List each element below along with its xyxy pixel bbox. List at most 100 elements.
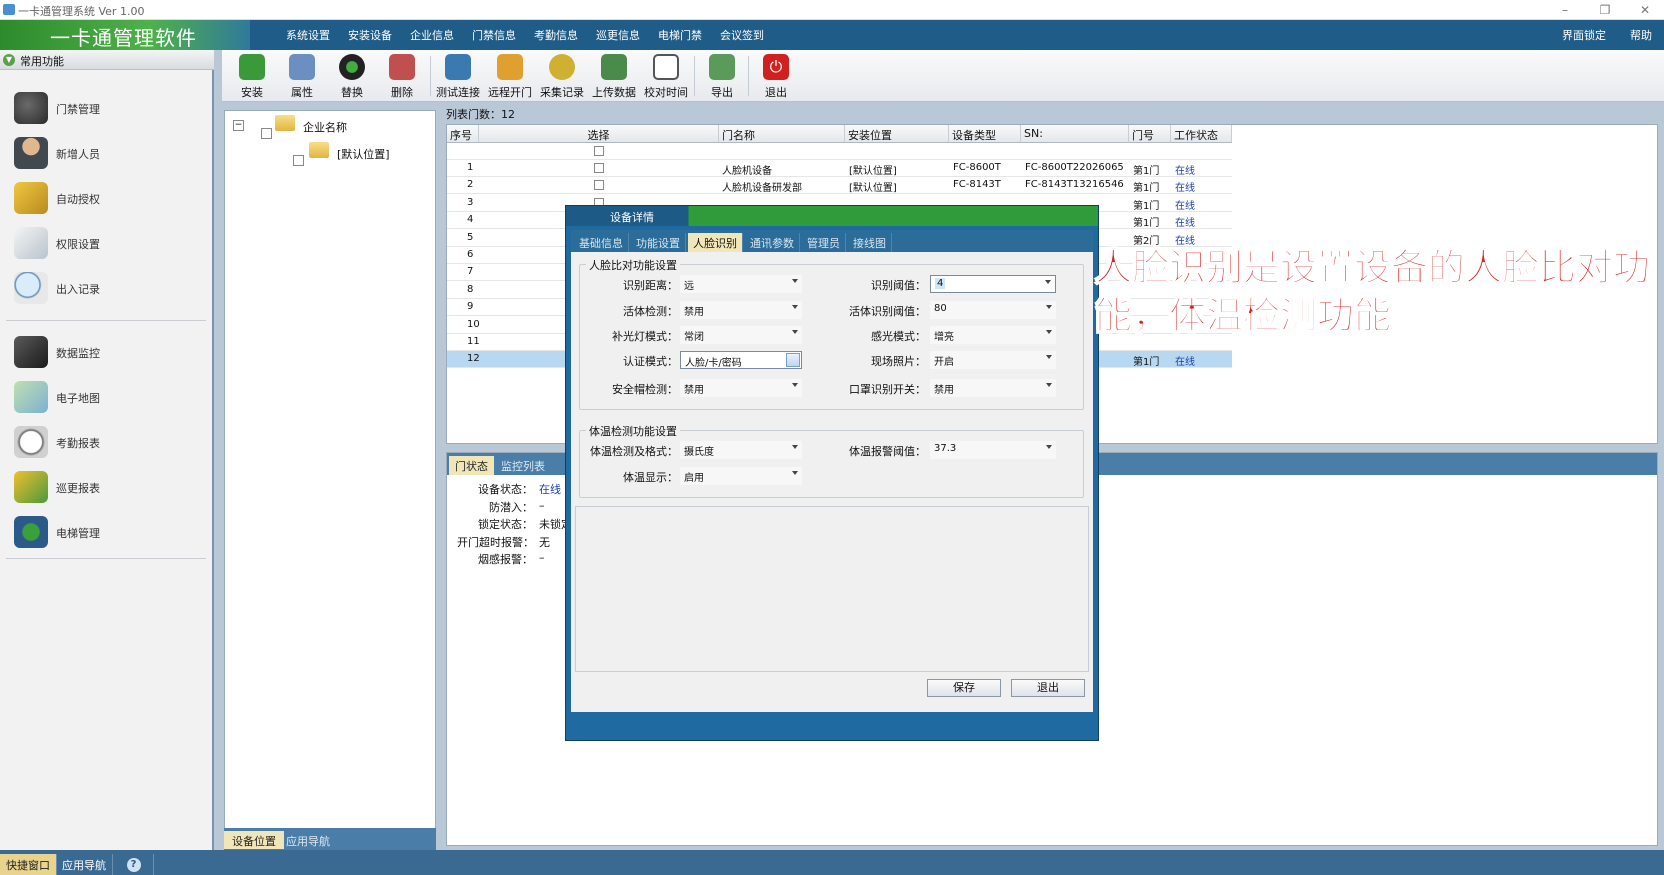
test-connection-button[interactable]: 测试连接 bbox=[434, 52, 482, 100]
brand-title: 一卡通管理软件 bbox=[50, 26, 197, 50]
tab-comm-params[interactable]: 通讯参数 bbox=[745, 233, 800, 252]
light-sensing-mode-select[interactable]: 增亮 bbox=[930, 326, 1056, 344]
temperature-format-select[interactable]: 摄氏度 bbox=[680, 441, 802, 459]
temperature-alarm-threshold-select[interactable]: 37.3 bbox=[930, 441, 1056, 459]
tab-quick-window[interactable]: 快捷窗口 bbox=[0, 854, 57, 875]
menu-patrol-info[interactable]: 巡更信息 bbox=[596, 27, 640, 43]
tab-door-status[interactable]: 门状态 bbox=[449, 456, 494, 475]
menu-system-settings[interactable]: 系统设置 bbox=[286, 27, 330, 43]
nav-auto-authorize[interactable]: 自动授权 bbox=[10, 178, 206, 218]
nav-permission-settings[interactable]: 权限设置 bbox=[10, 223, 206, 263]
mask-recognition-select[interactable]: 禁用 bbox=[930, 379, 1056, 397]
tab-app-navigation-bottom[interactable]: 应用导航 bbox=[56, 854, 113, 875]
help-icon[interactable]: ? bbox=[114, 854, 154, 875]
row-checkbox[interactable] bbox=[594, 163, 604, 173]
menu-company-info[interactable]: 企业信息 bbox=[410, 27, 454, 43]
face-compare-group: 人脸比对功能设置 识别距离： 远 识别阈值： 4 活体检测： 禁用 活体识别阈值… bbox=[579, 257, 1084, 410]
nav-door-management[interactable]: 门禁管理 bbox=[10, 88, 206, 128]
clock-icon bbox=[14, 426, 48, 458]
live-photo-select[interactable]: 开启 bbox=[930, 351, 1056, 369]
tree-child-label[interactable]: [默认位置] bbox=[337, 146, 390, 162]
cell-device-type: FC-8143T bbox=[953, 179, 1001, 191]
menu-attendance-info[interactable]: 考勤信息 bbox=[534, 27, 578, 43]
tab-basic-info[interactable]: 基础信息 bbox=[574, 233, 629, 252]
exit-button[interactable]: ⏻ 退出 bbox=[752, 52, 800, 100]
left-panel-header[interactable]: ▼ 常用功能 bbox=[0, 50, 214, 70]
toolbar-separator bbox=[694, 56, 695, 96]
nav-add-person[interactable]: 新增人员 bbox=[10, 133, 206, 173]
upload-data-button[interactable]: 上传数据 bbox=[590, 52, 638, 100]
nav-attendance-report[interactable]: 考勤报表 bbox=[10, 422, 206, 462]
liveness-threshold-select[interactable]: 80 bbox=[930, 301, 1056, 319]
collect-records-button[interactable]: 采集记录 bbox=[538, 52, 586, 100]
column-header[interactable]: 门名称 bbox=[719, 125, 845, 143]
restore-icon[interactable]: ❐ bbox=[1592, 1, 1618, 19]
column-header[interactable]: SN: bbox=[1021, 125, 1129, 143]
chevron-down-icon[interactable]: ▼ bbox=[3, 54, 15, 66]
nav-access-records[interactable]: 出入记录 bbox=[10, 268, 206, 308]
chevron-down-icon bbox=[1046, 330, 1052, 334]
menu-lock-ui[interactable]: 界面锁定 bbox=[1562, 27, 1606, 43]
tree-collapse-toggle[interactable]: − bbox=[233, 120, 244, 131]
dropdown-button[interactable] bbox=[786, 353, 800, 367]
nav-data-monitor[interactable]: 数据监控 bbox=[10, 332, 206, 372]
nav-elevator-management[interactable]: 电梯管理 bbox=[10, 512, 206, 552]
table-row[interactable]: 1 人脸机设备 [默认位置] FC-8600T FC-8600T22026065 第1门 在… bbox=[447, 160, 1232, 177]
temperature-display-select[interactable]: 启用 bbox=[680, 467, 802, 485]
tree-root-label[interactable]: 企业名称 bbox=[303, 119, 347, 135]
recognition-distance-select[interactable]: 远 bbox=[680, 275, 802, 293]
left-panel: ▼ 常用功能 门禁管理 新增人员 自动授权 权限设置 出入记录 数据监控 电子地… bbox=[0, 50, 214, 850]
nav-electronic-map[interactable]: 电子地图 bbox=[10, 377, 206, 417]
menu-install-device[interactable]: 安装设备 bbox=[348, 27, 392, 43]
tab-device-location[interactable]: 设备位置 bbox=[224, 831, 284, 849]
window-title: 一卡通管理系统 Ver 1.00 bbox=[18, 5, 145, 18]
device-detail-dialog: 设备详情 基础信息 功能设置 人脸识别 通讯参数 管理员 接线图 人脸比对功能设… bbox=[565, 205, 1099, 741]
table-row[interactable]: 2 人脸机设备研发部 [默认位置] FC-8143T FC-8143T13216546 第… bbox=[447, 177, 1232, 195]
column-header[interactable]: 序号 bbox=[447, 125, 479, 143]
column-header[interactable]: 工作状态 bbox=[1171, 125, 1232, 143]
helmet-detection-select[interactable]: 禁用 bbox=[680, 379, 802, 397]
column-header[interactable]: 设备类型 bbox=[949, 125, 1021, 143]
column-header[interactable]: 门号 bbox=[1129, 125, 1171, 143]
nav-patrol-report[interactable]: 巡更报表 bbox=[10, 467, 206, 507]
tree-checkbox-root[interactable] bbox=[261, 128, 272, 139]
replace-button[interactable]: 替换 bbox=[328, 52, 376, 100]
export-button[interactable]: 导出 bbox=[698, 52, 746, 100]
column-header[interactable]: 选择 bbox=[479, 125, 719, 143]
delete-button[interactable]: 删除 bbox=[378, 52, 426, 100]
tab-monitor-list[interactable]: 监控列表 bbox=[495, 456, 551, 475]
remote-open-button[interactable]: 远程开门 bbox=[486, 52, 534, 100]
minimize-icon[interactable]: – bbox=[1552, 1, 1578, 19]
column-header[interactable]: 安装位置 bbox=[845, 125, 949, 143]
menu-elevator-access[interactable]: 电梯门禁 bbox=[658, 27, 702, 43]
field-label: 活体检测： bbox=[623, 305, 678, 318]
tab-app-navigation[interactable]: 应用导航 bbox=[278, 831, 338, 849]
properties-button[interactable]: 属性 bbox=[278, 52, 326, 100]
tab-face-recognition[interactable]: 人脸识别 bbox=[688, 233, 743, 252]
menu-meeting-signin[interactable]: 会议签到 bbox=[720, 27, 764, 43]
tree-checkbox-child[interactable] bbox=[293, 155, 304, 166]
dialog-exit-button[interactable]: 退出 bbox=[1011, 679, 1085, 697]
fill-light-mode-select[interactable]: 常闭 bbox=[680, 326, 802, 344]
install-button[interactable]: 安装 bbox=[228, 52, 276, 100]
cell-number: 2 bbox=[467, 179, 474, 191]
liveness-detection-select[interactable]: 禁用 bbox=[680, 301, 802, 319]
tab-wiring-diagram[interactable]: 接线图 bbox=[848, 233, 892, 252]
field-value: 在线 bbox=[539, 483, 561, 496]
menu-access-info[interactable]: 门禁信息 bbox=[472, 27, 516, 43]
close-icon[interactable]: ✕ bbox=[1632, 1, 1658, 19]
cell-door-no: 第1门 bbox=[1133, 200, 1160, 212]
select-all-checkbox[interactable] bbox=[594, 146, 604, 156]
auth-mode-select[interactable]: 人脸/卡/密码 bbox=[680, 351, 802, 369]
cell-status: 在线 bbox=[1175, 218, 1195, 230]
sync-time-button[interactable]: 校对时间 bbox=[642, 52, 690, 100]
save-button[interactable]: 保存 bbox=[927, 679, 1001, 697]
cell-number: 3 bbox=[467, 196, 474, 208]
menu-help[interactable]: 帮助 bbox=[1630, 27, 1652, 43]
recognition-threshold-select[interactable]: 4 bbox=[930, 275, 1056, 293]
tab-administrator[interactable]: 管理员 bbox=[802, 233, 846, 252]
map-icon bbox=[14, 381, 48, 413]
person-icon bbox=[14, 137, 48, 169]
tab-function-settings[interactable]: 功能设置 bbox=[631, 233, 686, 252]
row-checkbox[interactable] bbox=[594, 180, 604, 191]
